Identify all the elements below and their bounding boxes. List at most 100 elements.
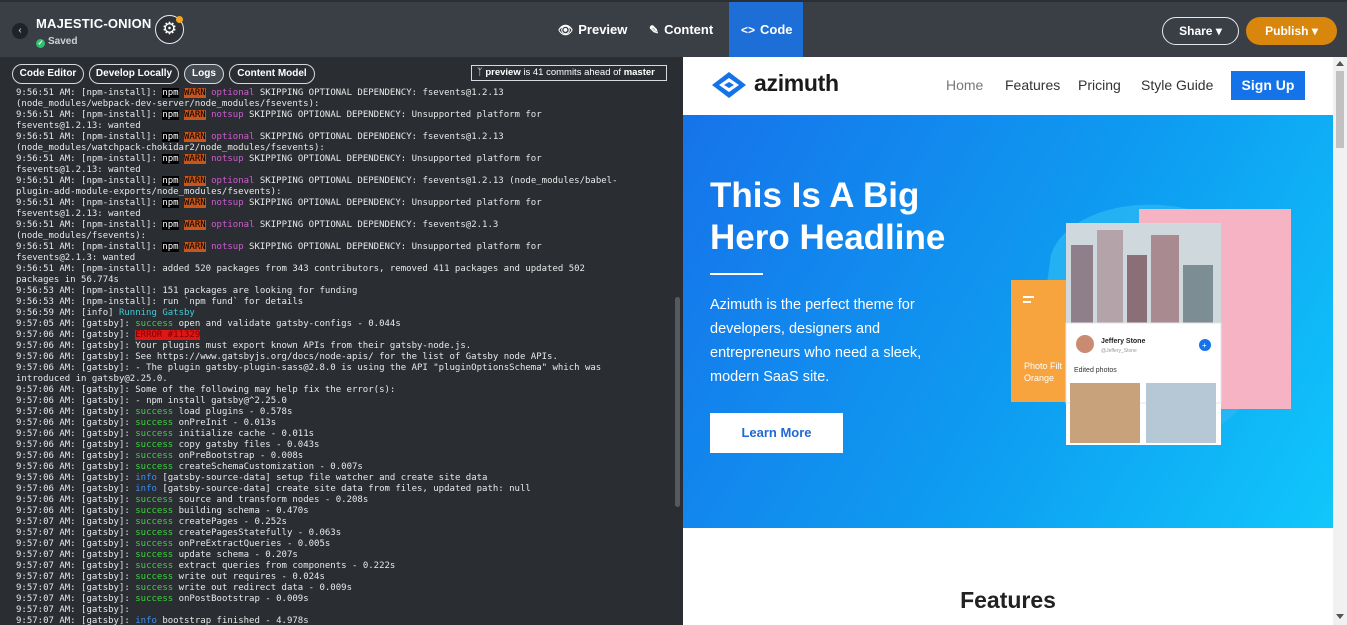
log-message: extract queries from components - 0.222s [178,561,396,571]
log-timestamp: 9:57:07 AM: [16,528,76,538]
log-message: SKIPPING OPTIONAL DEPENDENCY: fsevents@2… [259,220,499,230]
log-message: onPreBootstrap - 0.008s [178,451,304,461]
log-timestamp: 9:57:07 AM: [16,539,76,549]
chevron-down-icon: ▾ [1215,24,1222,38]
log-line: 9:56:51 AM: [npm-install]: added 520 pac… [16,264,671,275]
features-heading: Features [960,587,1056,613]
log-source: [gatsby]: [81,462,130,472]
build-log[interactable]: 9:56:51 AM: [npm-install]: npm WARN opti… [16,88,671,625]
nav-features[interactable]: Features [1005,77,1060,93]
hero-illustration: Photo Filt Orange Jeffery Stone @Jeffery… [1011,204,1291,445]
commits-ahead-indicator[interactable]: ᛉ preview is 41 commits ahead of master [471,65,667,81]
log-source: [gatsby]: [81,363,130,373]
log-tag: optional [211,132,255,142]
learn-more-button[interactable]: Learn More [710,413,843,453]
log-timestamp: 9:57:07 AM: [16,583,76,593]
log-message: fsevents@1.2.13: wanted [16,165,141,175]
log-message: [gatsby-source-data] create site data fr… [162,484,531,494]
tab-content-model[interactable]: Content Model [229,64,315,84]
log-timestamp: 9:57:06 AM: [16,484,76,494]
log-line: (node_modules/webpack-dev-server/node_mo… [16,99,671,110]
log-message: [gatsby-source-data] setup file watcher … [162,473,488,483]
scrollbar-thumb[interactable] [1336,71,1344,148]
log-line: 9:56:51 AM: [npm-install]: npm WARN nots… [16,154,671,165]
log-tag: notsup [211,154,244,164]
log-timestamp: 9:57:07 AM: [16,561,76,571]
log-line: 9:57:07 AM: [gatsby]: success createPage… [16,528,671,539]
log-source: [npm-install]: [81,198,157,208]
log-message: 151 packages are looking for funding [162,286,358,296]
log-message: fsevents@1.2.13: wanted [16,121,141,131]
log-message: SKIPPING OPTIONAL DEPENDENCY: Unsupporte… [249,242,542,252]
log-line: 9:57:06 AM: [gatsby]: success building s… [16,506,671,517]
log-source: [gatsby]: [81,385,130,395]
share-label: Share [1179,24,1213,38]
pencil-icon: ✎ [649,23,660,37]
branch-icon: ᛉ [477,67,483,78]
log-message: Your plugins must export known APIs from… [135,341,472,351]
log-tag: notsup [211,198,244,208]
site-settings-button[interactable]: ⚙ [155,15,184,44]
notification-dot [176,16,183,23]
tab-code-editor[interactable]: Code Editor [12,64,84,84]
log-timestamp: 9:57:06 AM: [16,473,76,483]
check-icon: ✓ [36,39,45,48]
log-line: 9:57:06 AM: [gatsby]: Some of the follow… [16,385,671,396]
log-source: [gatsby]: [81,352,130,362]
log-message: introduced in gatsby@2.25.0. [16,374,168,384]
side-label-2: Orange [1024,373,1054,383]
log-line: 9:56:51 AM: [npm-install]: npm WARN nots… [16,198,671,209]
log-source: [gatsby]: [81,528,130,538]
log-timestamp: 9:57:06 AM: [16,396,76,406]
log-line: 9:56:51 AM: [npm-install]: npm WARN nots… [16,242,671,253]
log-line: 9:56:53 AM: [npm-install]: 151 packages … [16,286,671,297]
log-scrollbar[interactable] [675,297,680,507]
tab-develop-locally[interactable]: Develop Locally [89,64,179,84]
log-tag: info [135,484,157,494]
log-message: Some of the following may help fix the e… [135,385,396,395]
share-button[interactable]: Share ▾ [1162,17,1239,45]
tab-logs[interactable]: Logs [184,64,224,84]
log-timestamp: 9:57:06 AM: [16,451,76,461]
log-tag: notsup [211,242,244,252]
log-line: 9:57:07 AM: [gatsby]: success onPostBoot… [16,594,671,605]
log-message: SKIPPING OPTIONAL DEPENDENCY: Unsupporte… [249,154,542,164]
log-line: fsevents@1.2.13: wanted [16,121,671,132]
log-source: [gatsby]: [81,550,130,560]
nav-home[interactable]: Home [946,77,983,93]
log-line: 9:57:07 AM: [gatsby]: success write out … [16,583,671,594]
log-tag: success [135,506,174,516]
log-line: packages in 56.774s [16,275,671,286]
log-message: load plugins - 0.578s [178,407,293,417]
log-tag: success [135,407,174,417]
log-line: 9:56:51 AM: [npm-install]: npm WARN opti… [16,176,671,187]
log-source: [gatsby]: [81,572,130,582]
chevron-down-icon: ▾ [1311,24,1318,38]
tab-preview[interactable]: 👁 Preview [546,2,639,57]
log-timestamp: 9:57:07 AM: [16,550,76,560]
preview-scrollbar[interactable] [1333,57,1347,625]
publish-button[interactable]: Publish ▾ [1246,17,1337,45]
log-line: 9:57:06 AM: [gatsby]: info [gatsby-sourc… [16,484,671,495]
log-line: 9:56:59 AM: [info] Running Gatsby [16,308,671,319]
log-message: onPreExtractQueries - 0.005s [178,539,331,549]
log-message: fsevents@2.1.3: wanted [16,253,136,263]
back-icon[interactable]: ‹ [12,23,28,39]
log-source: [npm-install]: [81,176,157,186]
log-line: introduced in gatsby@2.25.0. [16,374,671,385]
nav-style-guide[interactable]: Style Guide [1141,77,1213,93]
publish-label: Publish [1265,24,1309,38]
log-timestamp: 9:56:53 AM: [16,286,76,296]
log-line: 9:57:06 AM: [gatsby]: success onPreInit … [16,418,671,429]
nav-pricing[interactable]: Pricing [1078,77,1121,93]
log-line: 9:57:06 AM: [gatsby]: success source and… [16,495,671,506]
log-message: added 520 packages from 343 contributors… [162,264,585,274]
log-timestamp: 9:57:06 AM: [16,363,76,373]
sign-up-button[interactable]: Sign Up [1231,71,1305,100]
scroll-down-icon[interactable] [1336,614,1344,619]
tab-code[interactable]: <> Code [729,2,803,57]
scroll-up-icon[interactable] [1336,61,1344,66]
tab-content[interactable]: ✎ Content [637,2,725,57]
log-line: 9:57:07 AM: [gatsby]: [16,605,671,616]
log-timestamp: 9:56:51 AM: [16,176,76,186]
